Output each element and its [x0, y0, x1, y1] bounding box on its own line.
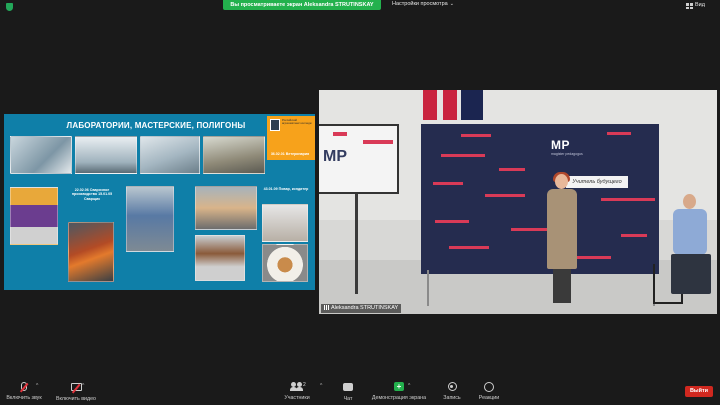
meeting-toolbar: Включить звук ^ Включить видео ^ 2 Участ…	[0, 378, 720, 405]
view-options-menu[interactable]: Настройки просмотра ⌄	[392, 1, 454, 7]
seated-man	[663, 194, 715, 304]
stage-banner: MP magister pedagogus Учитель будущего	[421, 124, 659, 274]
signal-icon	[324, 305, 329, 311]
view-options-label: Настройки просмотра	[392, 1, 448, 7]
reactions-button[interactable]: Реакции	[476, 382, 502, 401]
banner-subtitle: magister pedagogus	[551, 152, 583, 156]
participant-name-tag: Aleksandra STRUTINSKAY	[321, 304, 402, 313]
share-screen-icon: +	[394, 382, 404, 391]
grid-view-icon	[686, 3, 693, 9]
lab-photo	[262, 204, 308, 242]
lab-photo	[10, 187, 58, 245]
smiley-reaction-icon	[484, 382, 494, 392]
speaker-video[interactable]: MP MP magister pedagogus Учитель будущег…	[319, 90, 717, 314]
start-video-button[interactable]: Включить видео	[54, 382, 98, 402]
lab-photo	[10, 136, 72, 174]
leave-button[interactable]: Выйти	[685, 386, 713, 397]
screen-share-notice: Вы просматриваете экран Aleksandra STRUT…	[223, 0, 381, 10]
view-button[interactable]: Вид	[695, 2, 705, 8]
participants-chevron-icon[interactable]: ^	[320, 383, 322, 389]
participants-icon	[290, 382, 304, 391]
share-options-chevron-icon[interactable]: ^	[408, 383, 410, 389]
chat-label: Чат	[343, 396, 353, 402]
banner-logo: MP	[551, 138, 570, 152]
video-options-chevron-icon[interactable]: ^	[82, 383, 84, 389]
lab-photo	[262, 244, 308, 282]
tv-screen: MP	[319, 124, 399, 194]
unmute-label: Включить звук	[6, 395, 42, 401]
chat-button[interactable]: Чат	[338, 382, 358, 402]
specialty-label: 22.02.06 Сварочное производство 15.01.05…	[71, 188, 113, 201]
lab-photo	[195, 186, 257, 230]
reactions-label: Реакции	[478, 395, 500, 401]
lab-photo	[140, 136, 200, 174]
meeting-window: Вы просматриваете экран Aleksandra STRUT…	[0, 0, 720, 405]
share-screen-button[interactable]: + Демонстрация экрана	[368, 382, 430, 401]
badge-text: Российский агрокомплекс колледж	[282, 118, 312, 126]
participant-name: Aleksandra STRUTINSKAY	[331, 305, 399, 311]
participants-button[interactable]: 2 Участники	[282, 382, 312, 401]
lab-photo	[75, 136, 137, 174]
start-video-label: Включить видео	[56, 396, 96, 402]
record-button[interactable]: Запись	[440, 382, 464, 401]
lab-photo	[126, 186, 174, 252]
tv-logo: MP	[323, 148, 347, 165]
lab-photo	[68, 222, 114, 282]
chevron-down-icon: ⌄	[449, 1, 454, 7]
chat-bubble-icon	[343, 383, 353, 391]
top-bar: Вы просматриваете экран Aleksandra STRUT…	[0, 0, 720, 14]
shared-screen-slide: ЛАБОРАТОРИИ, МАСТЕРСКИЕ, ПОЛИГОНЫ Россий…	[4, 114, 315, 290]
college-emblem-icon	[270, 119, 280, 131]
lab-photo	[195, 235, 245, 281]
record-label: Запись	[443, 395, 461, 401]
share-screen-label: Демонстрация экрана	[371, 395, 427, 401]
speaker-woman	[545, 172, 579, 304]
audio-options-chevron-icon[interactable]: ^	[36, 383, 38, 389]
record-icon	[447, 382, 457, 391]
specialty-label: 36.02.01 Ветеринария	[270, 152, 310, 156]
participants-count: 2	[303, 382, 306, 388]
specialty-label: 43.01.09 Повар, кондитер	[263, 187, 309, 191]
security-shield-icon[interactable]	[6, 3, 13, 11]
participants-label: Участники	[284, 395, 310, 401]
lab-photo	[203, 136, 265, 174]
slide-title: ЛАБОРАТОРИИ, МАСТЕРСКИЕ, ПОЛИГОНЫ	[66, 121, 246, 130]
